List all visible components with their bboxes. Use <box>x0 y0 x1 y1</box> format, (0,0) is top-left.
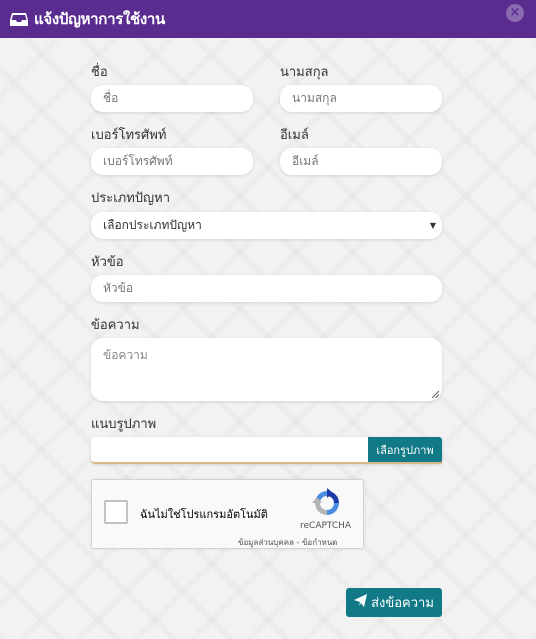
first-name-input[interactable]: ชื่อ <box>91 85 253 112</box>
recaptcha-logo-icon <box>312 488 342 518</box>
problem-type-value: เลือกประเภทปัญหา <box>103 218 202 232</box>
recaptcha-checkbox[interactable] <box>104 500 128 524</box>
recaptcha-label: ฉันไม่ใช่โปรแกรมอัตโนมัติ <box>140 508 268 521</box>
attachment-label: แนบรูปภาพ <box>91 417 157 432</box>
modal-title: แจ้งปัญหาการใช้งาน <box>34 10 165 28</box>
recaptcha-links[interactable]: ข้อมูลส่วนบุคคล - ข้อกำหนด <box>238 536 338 549</box>
choose-image-button[interactable]: เลือกรูปภาพ <box>368 437 442 464</box>
last-name-input[interactable]: นามสกุล <box>280 85 442 112</box>
recaptcha-brand: reCAPTCHA <box>300 521 352 531</box>
chevron-down-icon: ▼ <box>429 221 436 230</box>
message-textarea[interactable]: ข้อความ <box>91 338 442 401</box>
problem-type-select[interactable]: เลือกประเภทปัญหา ▼ <box>91 212 442 239</box>
resize-handle-icon[interactable] <box>432 391 439 398</box>
recaptcha-widget: ฉันไม่ใช่โปรแกรมอัตโนมัติ reCAPTCHA ข้อม… <box>91 479 364 549</box>
modal-header: แจ้งปัญหาการใช้งาน <box>0 0 536 38</box>
inbox-icon <box>10 11 28 27</box>
email-label: อีเมล์ <box>280 128 309 143</box>
email-input[interactable]: อีเมล์ <box>280 148 442 175</box>
last-name-label: นามสกุล <box>280 65 329 80</box>
send-message-button[interactable]: ส่งข้อความ <box>346 588 442 617</box>
close-button[interactable]: × <box>506 4 524 22</box>
send-message-label: ส่งข้อความ <box>371 596 434 611</box>
message-label: ข้อความ <box>91 318 140 333</box>
subject-label: หัวข้อ <box>91 255 124 270</box>
phone-input[interactable]: เบอร์โทรศัพท์ <box>91 148 253 175</box>
problem-type-label: ประเภทปัญหา <box>91 191 170 206</box>
subject-input[interactable]: หัวข้อ <box>91 275 442 302</box>
first-name-label: ชื่อ <box>91 65 108 80</box>
phone-label: เบอร์โทรศัพท์ <box>91 128 167 143</box>
send-icon <box>354 594 368 611</box>
message-placeholder: ข้อความ <box>103 348 148 362</box>
